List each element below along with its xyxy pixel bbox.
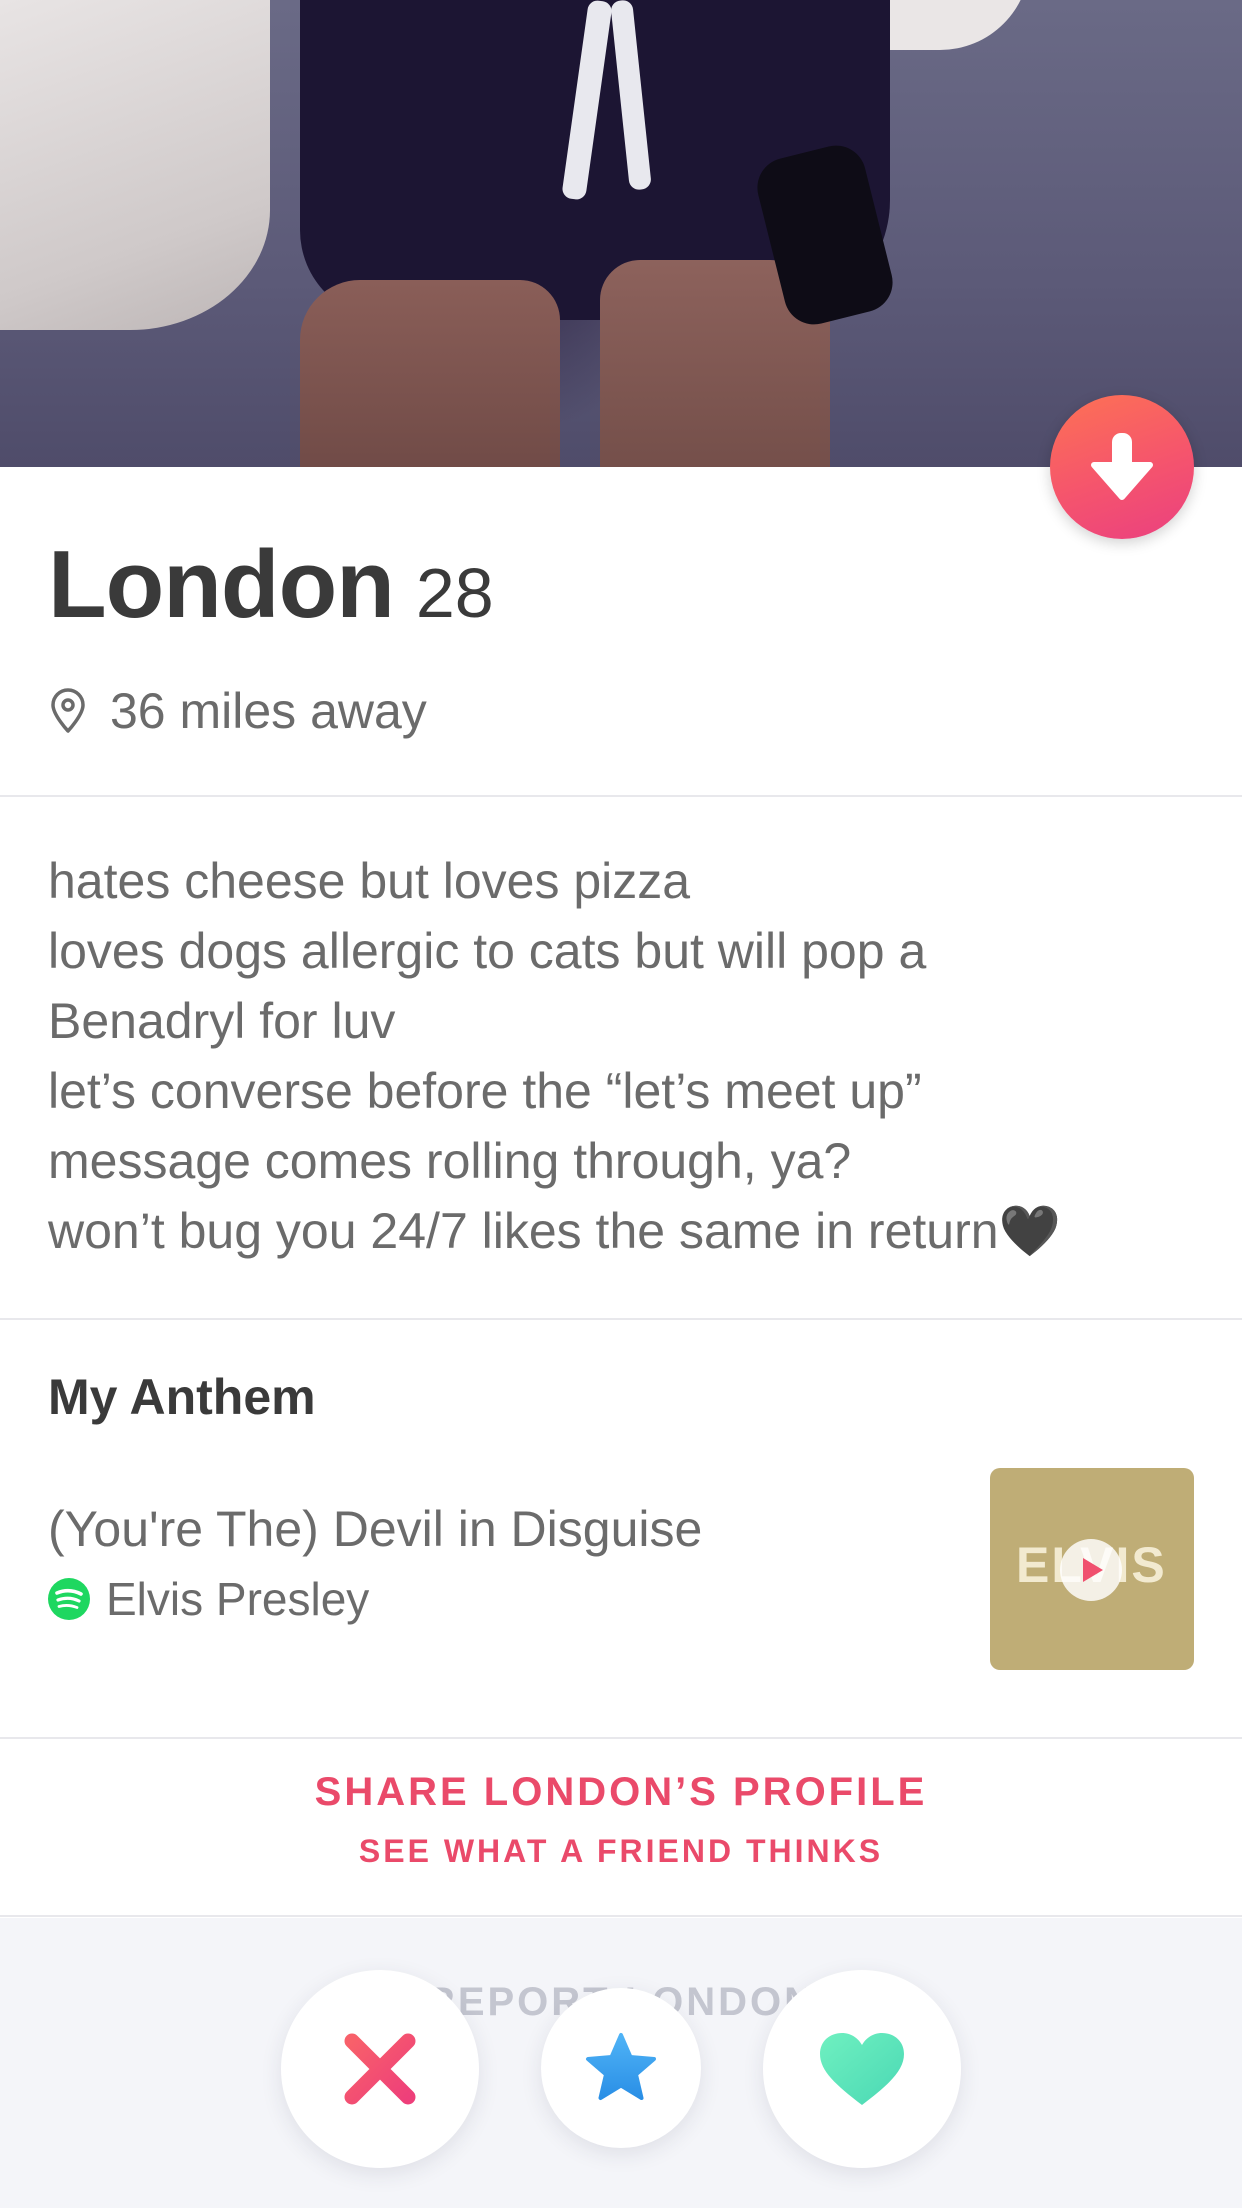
album-art[interactable]: ELVIS xyxy=(990,1468,1194,1670)
profile-age: 28 xyxy=(415,554,494,632)
divider xyxy=(0,1915,1242,1917)
share-title: SHARE LONDON’S PROFILE xyxy=(314,1770,928,1814)
divider xyxy=(0,795,1242,797)
profile-name: London xyxy=(48,531,395,638)
bio-line: loves dogs allergic to cats but will pop… xyxy=(48,923,927,979)
bio-line: let’s converse before the “let’s meet up… xyxy=(48,1063,922,1119)
bio-line: message comes rolling through, ya? xyxy=(48,1133,852,1189)
super-like-button[interactable] xyxy=(541,1988,701,2148)
play-button[interactable] xyxy=(1060,1539,1122,1601)
anthem-artist: Elvis Presley xyxy=(106,1573,370,1625)
star-icon xyxy=(586,2033,656,2100)
divider xyxy=(0,1318,1242,1320)
x-icon xyxy=(344,2033,416,2105)
anthem-heading: My Anthem xyxy=(48,1369,316,1425)
bio: hates cheese but loves pizza loves dogs … xyxy=(48,846,1208,1266)
like-button[interactable] xyxy=(763,1970,961,2168)
anthem-artist-row: Elvis Presley xyxy=(48,1572,369,1626)
anthem-song-title[interactable]: (You're The) Devil in Disguise xyxy=(48,1500,702,1558)
share-subtitle: SEE WHAT A FRIEND THINKS xyxy=(358,1833,884,1869)
heart-icon xyxy=(820,2033,904,2105)
bio-line: Benadryl for luv xyxy=(48,993,396,1049)
distance-row: 36 miles away xyxy=(48,682,427,740)
distance-text: 36 miles away xyxy=(110,683,427,739)
bio-line: won’t bug you 24/7 likes the same in ret… xyxy=(48,1203,1061,1259)
spotify-icon xyxy=(48,1578,90,1620)
location-pin-icon xyxy=(51,688,85,733)
profile-header: London 28 xyxy=(48,530,494,640)
profile-photo[interactable] xyxy=(0,0,1242,467)
collapse-profile-button[interactable] xyxy=(1050,395,1194,539)
arrow-down-icon xyxy=(1091,433,1153,500)
share-profile-button[interactable]: SHARE LONDON’S PROFILE SEE WHAT A FRIEND… xyxy=(0,1770,1242,1870)
play-icon xyxy=(1083,1558,1103,1582)
bio-line: hates cheese but loves pizza xyxy=(48,853,691,909)
divider xyxy=(0,1737,1242,1739)
nope-button[interactable] xyxy=(281,1970,479,2168)
